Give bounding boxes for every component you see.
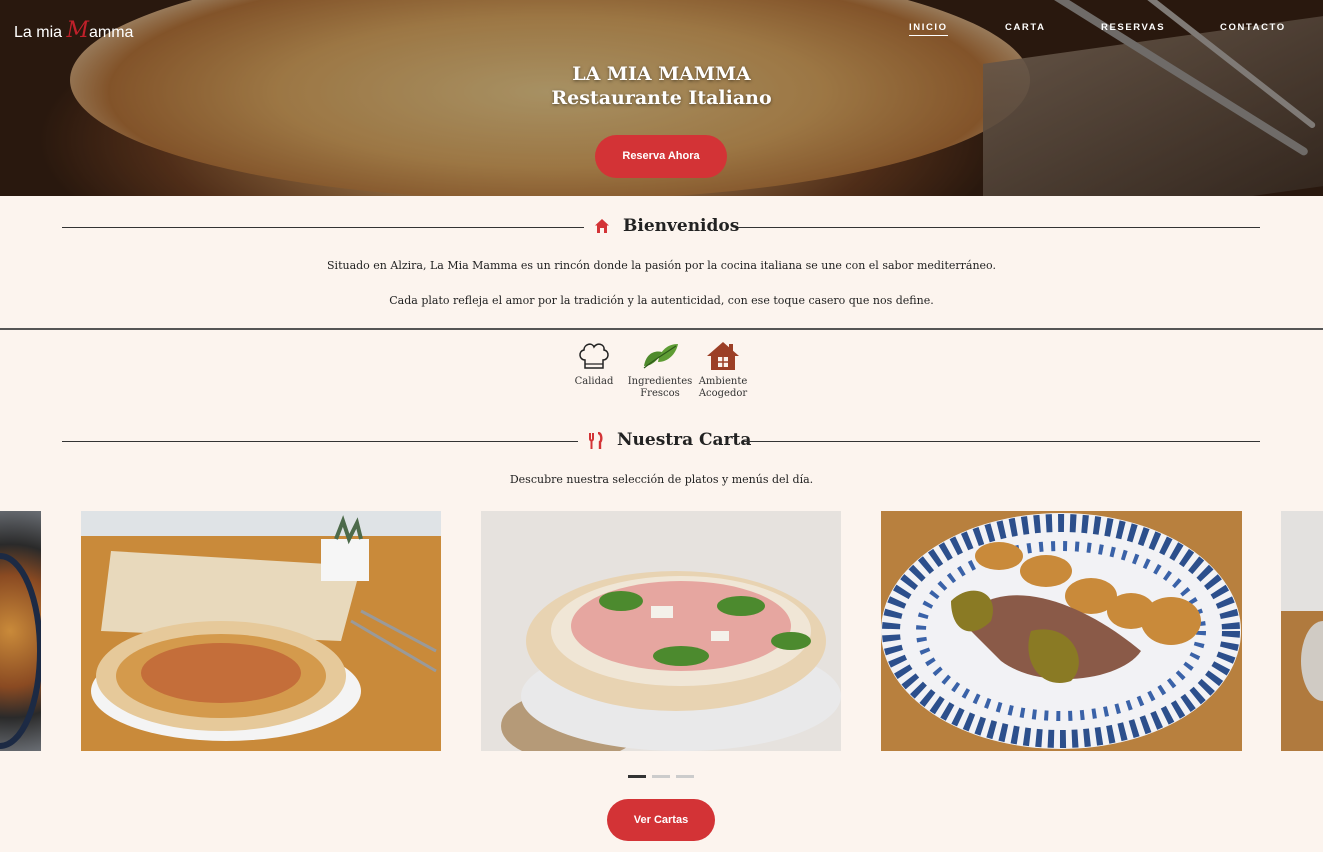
dish-photo — [1281, 511, 1323, 751]
carousel-dot-1[interactable] — [628, 775, 646, 778]
menu-description: Descubre nuestra selección de platos y m… — [509, 473, 814, 486]
carousel-dot-3[interactable] — [676, 775, 694, 778]
nav-inicio[interactable]: INICIO — [909, 22, 948, 36]
nav-contacto[interactable]: CONTACTO — [1220, 22, 1286, 33]
utensils-icon — [588, 431, 604, 454]
carousel-card-prosciutto[interactable] — [481, 511, 841, 751]
section-divider — [0, 328, 1323, 330]
home-icon — [594, 218, 610, 238]
carousel-card-meat[interactable] — [881, 511, 1242, 751]
header-line-left — [62, 441, 578, 442]
hero-subtitle: Restaurante Italiano — [551, 87, 772, 109]
welcome-header: Bienvenidos — [62, 216, 1260, 240]
meat-dish-photo — [881, 511, 1242, 751]
leaf-icon — [643, 344, 678, 369]
hero-title: LA MIA MAMMA — [572, 63, 751, 85]
pizza-photo — [81, 511, 441, 751]
feature-ambiente: Ambiente Acogedor — [688, 340, 758, 400]
nav-reservas[interactable]: RESERVAS — [1101, 22, 1165, 33]
header-line-right — [738, 227, 1260, 228]
menu-header: Nuestra Carta — [62, 430, 1260, 454]
feature-calidad: Calidad — [559, 340, 629, 388]
prosciutto-pizza-photo — [481, 511, 841, 751]
menu-title: Nuestra Carta — [617, 430, 752, 450]
feature-label: Ingredientes Frescos — [627, 376, 693, 399]
nav-carta[interactable]: CARTA — [1005, 22, 1046, 33]
logo-m: M — [66, 18, 89, 43]
house-icon — [707, 342, 739, 370]
header-line-left — [62, 227, 584, 228]
feature-ingredientes: Ingredientes Frescos — [625, 340, 695, 400]
header-line-right — [744, 441, 1260, 442]
welcome-text-2: Cada plato refleja el amor por la tradic… — [389, 294, 934, 307]
hero-banner: La mia Mamma INICIO CARTA RESERVAS CONTA… — [0, 0, 1323, 196]
welcome-text-1: Situado en Alzira, La Mia Mamma es un ri… — [327, 259, 996, 272]
view-menus-button[interactable]: Ver Cartas — [607, 799, 715, 841]
carousel-card-pizza[interactable] — [81, 511, 441, 751]
site-logo[interactable]: La mia Mamma — [14, 18, 133, 43]
carousel-card-paella[interactable] — [0, 511, 41, 751]
chef-hat-icon — [579, 343, 609, 369]
welcome-title: Bienvenidos — [623, 216, 740, 236]
feature-label: Calidad — [574, 376, 614, 387]
feature-label: Ambiente Acogedor — [698, 376, 748, 399]
reserve-button[interactable]: Reserva Ahora — [595, 135, 727, 178]
paella-photo — [0, 553, 41, 749]
logo-prefix: La mia — [14, 24, 67, 41]
carousel-card-next[interactable] — [1281, 511, 1323, 751]
logo-suffix: amma — [89, 24, 134, 41]
carousel-dot-2[interactable] — [652, 775, 670, 778]
hero-heading: LA MIA MAMMA Restaurante Italiano — [0, 62, 1323, 110]
